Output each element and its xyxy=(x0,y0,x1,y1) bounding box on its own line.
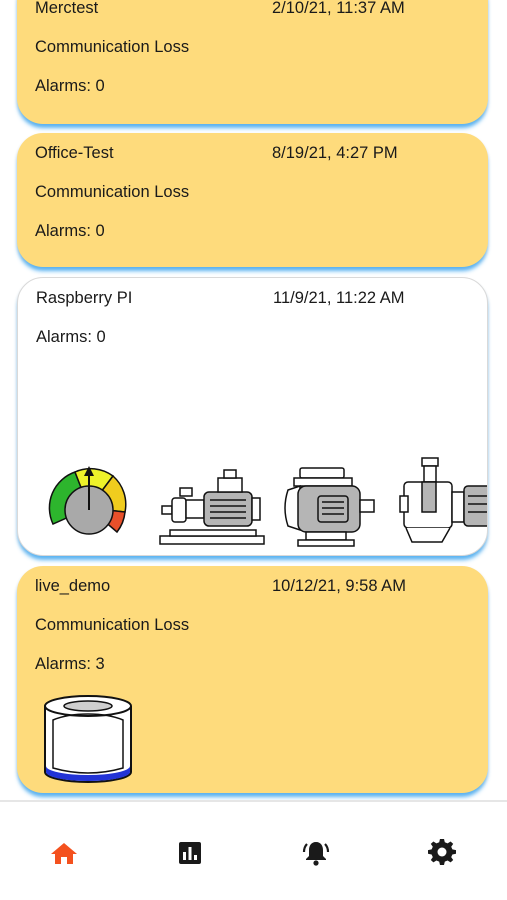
gauge-icon xyxy=(48,466,127,535)
motor-icon xyxy=(284,467,375,547)
app-screen: Merctest 2/10/21, 11:37 AM Communication… xyxy=(0,0,507,900)
device-card-merctest[interactable]: Merctest 2/10/21, 11:37 AM Communication… xyxy=(17,0,488,124)
device-alarms: Alarms: 3 xyxy=(35,655,105,673)
device-date: 10/12/21, 9:58 AM xyxy=(272,577,406,595)
device-card-office-test[interactable]: Office-Test 8/19/21, 4:27 PM Communicati… xyxy=(17,133,488,267)
pump-icon xyxy=(159,469,265,545)
device-date: 2/10/21, 11:37 AM xyxy=(272,0,405,17)
device-date: 11/9/21, 11:22 AM xyxy=(273,289,405,307)
nav-charts-button[interactable] xyxy=(170,836,210,870)
device-status: Communication Loss xyxy=(35,183,190,201)
nav-home-button[interactable] xyxy=(44,836,84,870)
nav-settings-button[interactable] xyxy=(422,836,462,870)
bell-icon xyxy=(302,842,330,866)
equipment-strip[interactable] xyxy=(18,448,487,555)
device-alarms: Alarms: 0 xyxy=(36,328,106,346)
device-name: Office-Test xyxy=(35,144,114,162)
device-list[interactable]: Merctest 2/10/21, 11:37 AM Communication… xyxy=(0,0,507,800)
gear-icon xyxy=(428,839,456,865)
chart-icon xyxy=(179,842,201,864)
device-status: Communication Loss xyxy=(35,38,190,56)
bottom-navigation xyxy=(0,800,507,900)
device-card-live-demo[interactable]: live_demo 10/12/21, 9:58 AM Communicatio… xyxy=(17,566,488,793)
device-alarms: Alarms: 0 xyxy=(35,77,105,95)
device-name: Merctest xyxy=(35,0,99,17)
device-name: Raspberry PI xyxy=(36,289,133,307)
device-name: live_demo xyxy=(35,577,111,595)
device-card-raspberry-pi[interactable]: Raspberry PI 11/9/21, 11:22 AM Alarms: 0 xyxy=(17,277,488,556)
device-alarms: Alarms: 0 xyxy=(35,222,105,240)
pump-icon xyxy=(399,457,487,543)
device-date: 8/19/21, 4:27 PM xyxy=(272,144,398,162)
tank-icon xyxy=(44,695,132,783)
device-status: Communication Loss xyxy=(35,616,190,634)
home-icon xyxy=(51,843,77,864)
nav-alarms-button[interactable] xyxy=(296,836,336,870)
